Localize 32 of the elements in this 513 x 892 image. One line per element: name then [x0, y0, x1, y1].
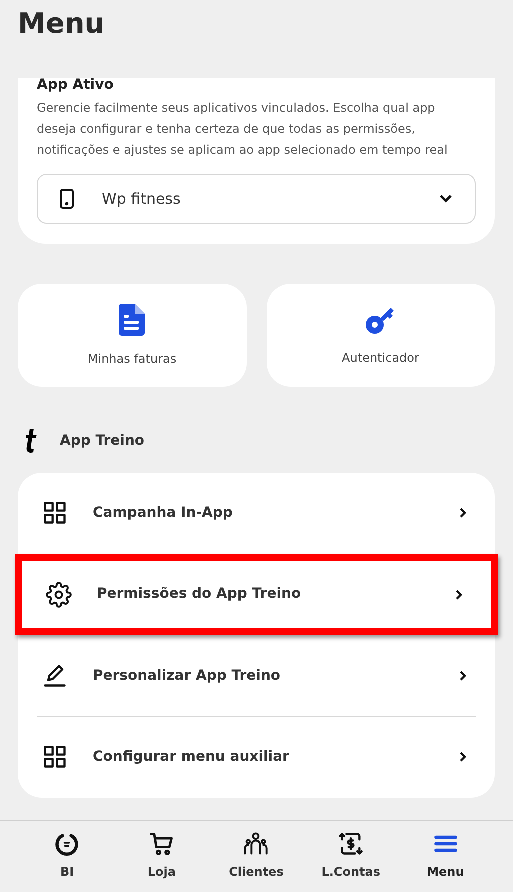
nav-tab[interactable]: Menu	[406, 831, 486, 881]
menu-item[interactable]: Personalizar App Treino	[18, 636, 495, 716]
shortcut-tile[interactable]: Minhas faturas	[18, 284, 246, 387]
app-select[interactable]: Wp fitness	[37, 174, 476, 224]
shortcut-tile[interactable]: Autenticador	[266, 284, 495, 387]
grid-icon	[42, 500, 68, 526]
nav-tab[interactable]: Clientes	[216, 831, 296, 881]
menu-item[interactable]: Permissões do App Treino	[15, 554, 498, 635]
chevron-right-icon	[459, 751, 467, 763]
grid-icon	[42, 744, 68, 770]
money-transfer-icon	[338, 831, 364, 857]
cart-icon	[148, 831, 175, 857]
phone-icon	[60, 189, 74, 209]
chevron-right-icon	[459, 507, 467, 519]
nav-tab[interactable]: BI	[27, 831, 108, 881]
nav-tab[interactable]: L.Contas	[311, 831, 392, 881]
people-icon	[243, 831, 270, 857]
gauge-icon	[54, 831, 80, 857]
menu-item[interactable]: Configurar menu auxiliar	[18, 717, 495, 797]
section-title: App Treino	[60, 432, 145, 450]
chevron-right-icon	[459, 670, 467, 682]
chevron-right-icon	[455, 588, 463, 600]
chevron-down-icon	[439, 194, 453, 204]
document-icon	[119, 304, 146, 336]
pencil-icon	[42, 663, 68, 689]
brand-logo-icon	[26, 429, 38, 453]
card-title: App Ativo	[37, 78, 115, 92]
nav-tab[interactable]: Loja	[122, 831, 202, 881]
settings-icon	[46, 582, 72, 608]
menu-item[interactable]: Campanha In-App	[18, 473, 495, 553]
card-description: Gerencie facilmente seus aplicativos vinculados. Escolha qual app deseja configurar e tenha certeza de que todas as permissões, notificações e ajustes se aplicam ao app selecionado em tempo real	[37, 100, 449, 159]
page-title: Menu	[18, 6, 106, 42]
